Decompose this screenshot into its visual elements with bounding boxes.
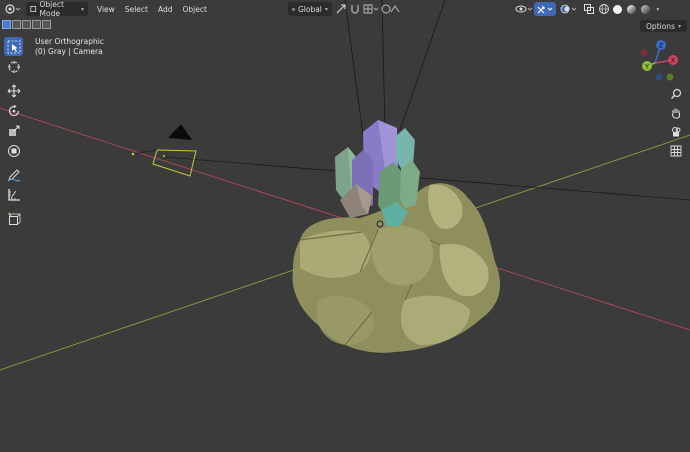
rotate-tool[interactable] [4, 101, 23, 120]
viewport-info: User Orthographic (0) Gray | Camera [35, 37, 104, 57]
select-new-icon[interactable] [2, 20, 11, 29]
options-dropdown[interactable]: Options ▾ [640, 20, 687, 32]
menu-view[interactable]: View [92, 2, 120, 16]
orientation-dropdown[interactable]: Global ▾ [287, 2, 332, 16]
cursor-select-icon [7, 40, 20, 53]
transform-tool[interactable] [4, 141, 23, 160]
mode-label: Object Mode [39, 0, 64, 18]
object-mode-icon [30, 6, 37, 12]
zoom-button[interactable] [668, 86, 684, 102]
shading-material-button[interactable] [625, 2, 639, 16]
editor-type-button[interactable] [3, 2, 23, 16]
select-subtract-icon[interactable] [22, 20, 31, 29]
cursor-tool[interactable] [4, 57, 23, 76]
hand-icon [672, 108, 681, 119]
chevron-down-icon: ▾ [656, 5, 660, 13]
select-invert-icon[interactable] [32, 20, 41, 29]
options-label: Options [646, 21, 675, 31]
crosshair-cursor-icon [7, 60, 20, 73]
collection-info: (0) Gray | Camera [35, 47, 103, 56]
menu-select[interactable]: Select [120, 2, 153, 16]
viewport-scene [0, 0, 690, 421]
y-axis-label: Y [644, 63, 649, 71]
navigation-gizmo[interactable]: Z X Y [633, 36, 689, 88]
shading-solid-button[interactable] [611, 2, 625, 16]
shading-wireframe-button[interactable] [597, 2, 611, 16]
select-extend-icon[interactable] [12, 20, 21, 29]
light-line [399, 0, 446, 131]
mode-dropdown[interactable]: Object Mode ▾ [26, 0, 88, 18]
camera-icon [672, 127, 681, 137]
visibility-dropdown[interactable] [514, 2, 534, 16]
select-mode-buttons [2, 20, 51, 32]
material-sphere-icon [627, 4, 637, 14]
gizmo-toggle[interactable] [533, 2, 556, 16]
menu-add[interactable]: Add [153, 2, 178, 16]
select-box-tool[interactable] [4, 37, 23, 56]
wireframe-sphere-icon [598, 4, 609, 14]
chevron-down-icon: ▾ [324, 5, 328, 13]
scale-tool[interactable] [4, 121, 23, 140]
navigation-tools [667, 86, 685, 159]
pencil-icon [7, 168, 20, 181]
pan-button[interactable] [668, 105, 684, 121]
select-intersect-icon[interactable] [42, 20, 51, 29]
xray-icon [583, 4, 594, 14]
rotate-icon [8, 104, 19, 116]
z-axis-label: Z [659, 42, 664, 50]
move-tool[interactable] [4, 81, 23, 100]
light-line [381, 0, 386, 131]
move-arrows-icon [7, 84, 20, 97]
3d-viewport[interactable] [0, 0, 690, 452]
transform-orientation-icon [292, 7, 295, 11]
rendered-sphere-icon [641, 4, 651, 14]
proportional-edit-icon [381, 4, 400, 14]
annotate-tool[interactable] [4, 165, 23, 184]
x-axis-label: X [671, 57, 676, 65]
snap-toggle[interactable] [348, 2, 362, 16]
grid-icon [670, 145, 682, 157]
magnifier-icon [670, 88, 682, 100]
perspective-toggle[interactable] [668, 143, 684, 159]
viewport-header: Object Mode ▾ View Select Add Object Glo… [0, 0, 690, 18]
transform-icon [7, 144, 20, 157]
pivot-icon [336, 4, 346, 14]
snap-grid-icon [363, 4, 379, 14]
light-line [344, 0, 366, 151]
tool-shelf [3, 37, 24, 229]
axis-gizmo-icon: Z X Y [640, 40, 678, 81]
overlays-toggle[interactable] [558, 2, 580, 16]
add-cube-tool[interactable] [4, 209, 23, 228]
eye-icon [515, 5, 533, 13]
chevron-down-icon: ▾ [677, 22, 681, 30]
proportional-edit-button[interactable] [380, 2, 402, 16]
shading-rendered-button[interactable] [639, 2, 653, 16]
camera-view-button[interactable] [668, 124, 684, 140]
gizmo-icon [537, 6, 553, 14]
menu-object[interactable]: Object [177, 2, 211, 16]
pivot-point-button[interactable] [334, 2, 348, 16]
orientation-label: Global [297, 4, 322, 14]
editor-type-icon [5, 4, 21, 14]
grid-line [0, 339, 690, 421]
chevron-down-icon: ▾ [80, 5, 84, 13]
snap-target-dropdown[interactable] [362, 2, 380, 16]
scale-icon [8, 124, 20, 136]
shading-options-dropdown[interactable]: ▾ [653, 2, 663, 16]
xray-toggle[interactable] [582, 2, 596, 16]
ruler-icon [7, 188, 20, 201]
measure-tool[interactable] [4, 185, 23, 204]
magnet-icon [351, 5, 359, 14]
add-cube-icon [7, 212, 20, 225]
solid-sphere-icon [613, 4, 623, 14]
overlays-icon [560, 4, 577, 14]
view-name: User Orthographic [35, 37, 104, 46]
